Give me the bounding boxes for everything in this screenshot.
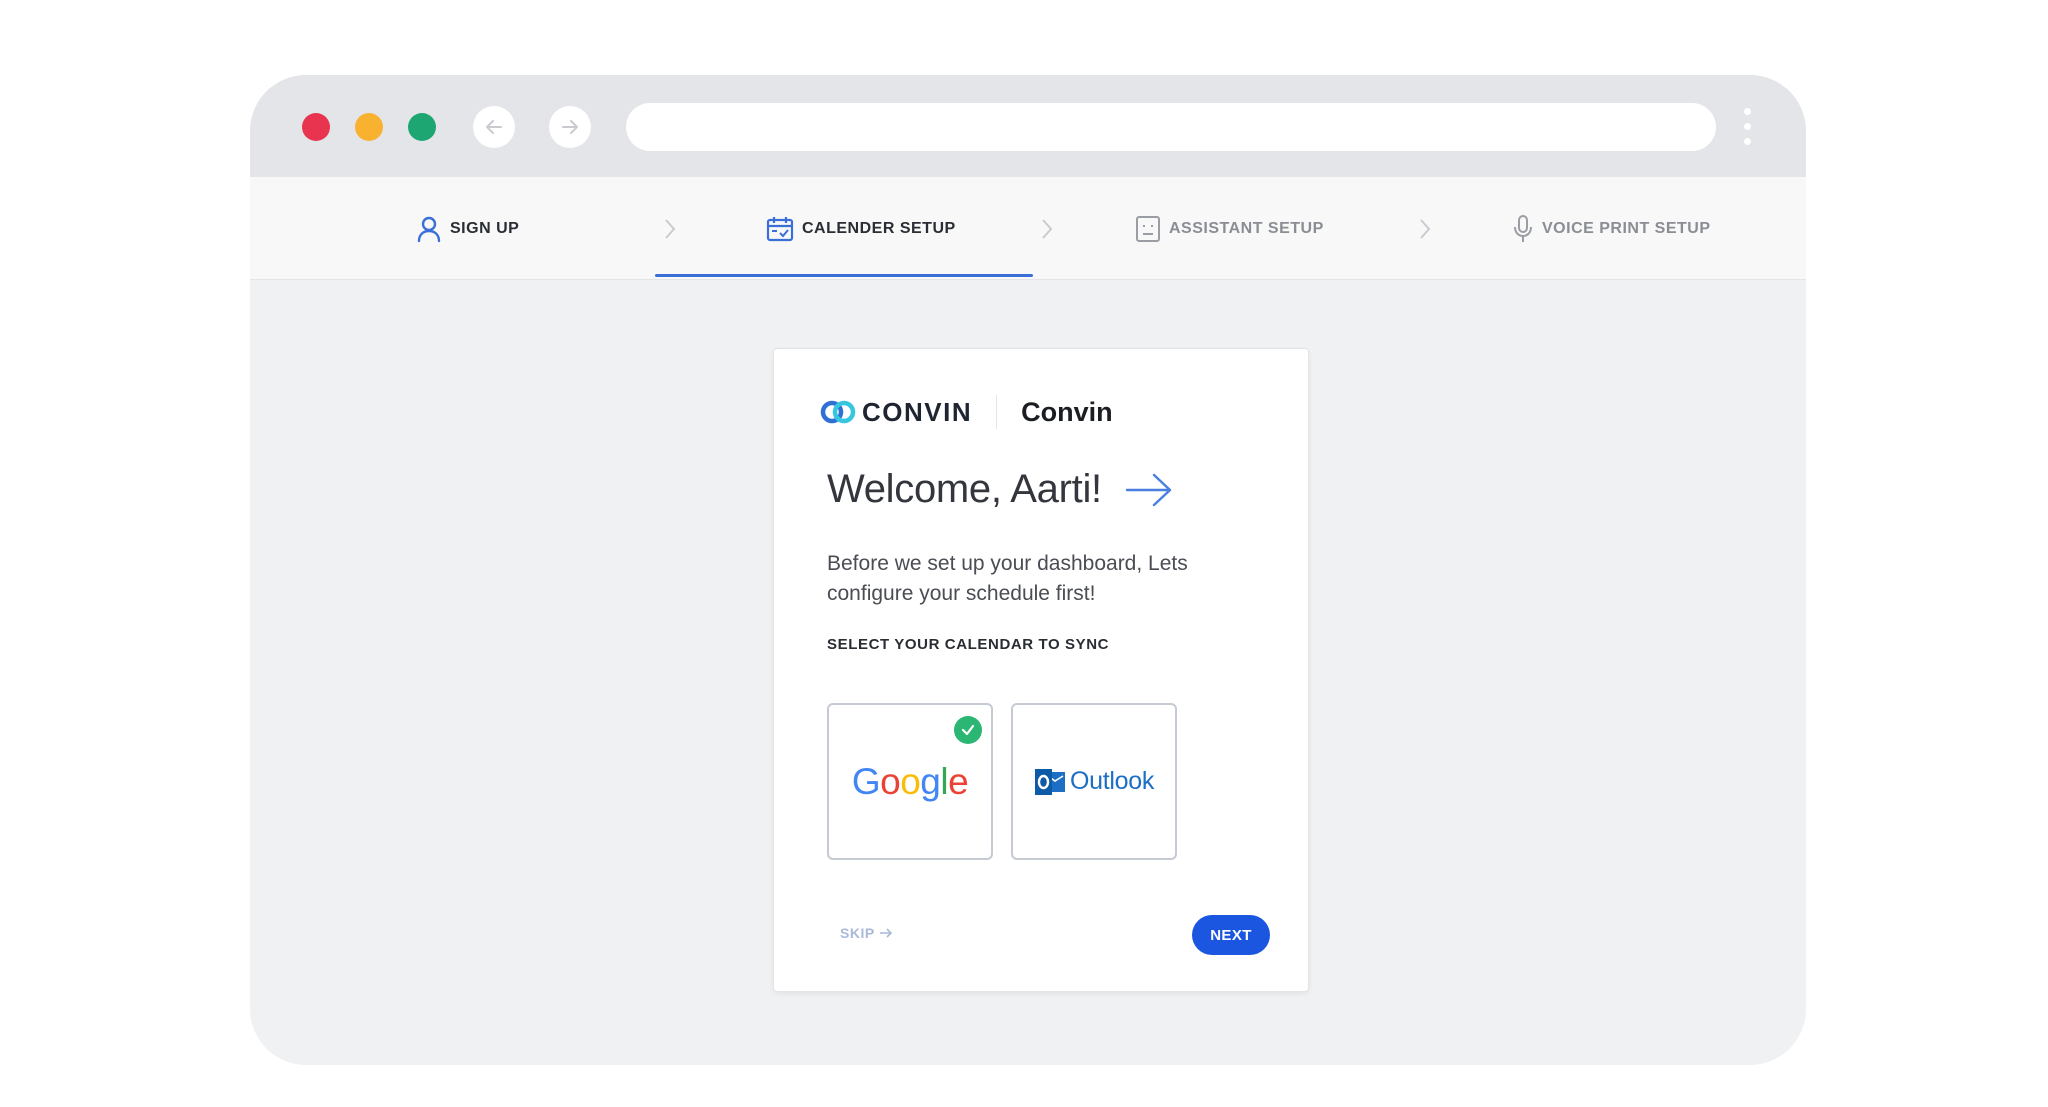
back-button[interactable] — [473, 106, 515, 148]
outlook-icon — [1034, 768, 1065, 795]
step-label: SIGN UP — [450, 219, 520, 237]
welcome-heading: Welcome, Aarti! — [827, 467, 1174, 512]
maximize-window-button[interactable] — [408, 113, 436, 141]
step-assistant-setup[interactable]: ASSISTANT SETUP — [1135, 177, 1324, 280]
forward-button[interactable] — [549, 106, 591, 148]
step-sign-up[interactable]: SIGN UP — [416, 177, 519, 280]
convin-logo: CONVIN — [820, 397, 972, 428]
brand-divider — [996, 395, 998, 429]
welcome-text: Welcome, Aarti! — [827, 467, 1102, 511]
minimize-window-button[interactable] — [355, 113, 383, 141]
browser-toolbar — [250, 75, 1806, 177]
browser-menu-icon[interactable] — [1741, 108, 1753, 148]
close-window-button[interactable] — [302, 113, 330, 141]
outlook-logo: Outlook — [1034, 767, 1154, 797]
google-logo: Google — [851, 760, 969, 802]
browser-window: SIGN UP CALENDER SETUP ASSISTANT SETUP V… — [250, 75, 1806, 1065]
active-step-indicator — [655, 274, 1033, 277]
assistant-icon — [1135, 215, 1161, 243]
chevron-right-icon — [1420, 219, 1431, 239]
calendar-setup-card: CONVIN Convin Welcome, Aarti! Before we … — [773, 348, 1309, 992]
step-voice-print-setup[interactable]: VOICE PRINT SETUP — [1512, 177, 1711, 280]
company-name: Convin — [1021, 396, 1113, 427]
outlook-label: Outlook — [1069, 767, 1155, 795]
setup-stepper: SIGN UP CALENDER SETUP ASSISTANT SETUP V… — [250, 177, 1806, 280]
arrow-right-icon — [879, 928, 892, 938]
chevron-right-icon — [1042, 219, 1053, 239]
calendar-select-label: SELECT YOUR CALENDAR TO SYNC — [827, 636, 1110, 653]
brand-header: CONVIN Convin — [820, 395, 1113, 429]
convin-logo-icon — [820, 400, 856, 424]
step-label: ASSISTANT SETUP — [1169, 219, 1324, 237]
description-text: Before we set up your dashboard, Lets co… — [827, 552, 1188, 605]
address-bar[interactable] — [626, 103, 1716, 151]
google-calendar-option[interactable]: Google — [827, 703, 993, 860]
arrow-right-icon — [1125, 473, 1172, 506]
step-calender-setup[interactable]: CALENDER SETUP — [766, 177, 956, 280]
step-label: CALENDER SETUP — [802, 219, 956, 237]
calendar-icon — [766, 216, 794, 242]
step-label: VOICE PRINT SETUP — [1542, 219, 1711, 237]
next-button[interactable]: NEXT — [1192, 915, 1270, 955]
skip-link[interactable]: SKIP — [840, 925, 893, 941]
arrow-left-icon — [486, 120, 502, 134]
logo-wordmark: CONVIN — [862, 396, 973, 427]
skip-label: SKIP — [840, 925, 875, 941]
microphone-icon — [1512, 214, 1534, 244]
outlook-calendar-option[interactable]: Outlook — [1011, 703, 1177, 860]
chevron-right-icon — [665, 219, 676, 239]
arrow-right-icon — [562, 120, 578, 134]
user-icon — [416, 215, 442, 243]
checkmark-icon — [954, 716, 982, 744]
